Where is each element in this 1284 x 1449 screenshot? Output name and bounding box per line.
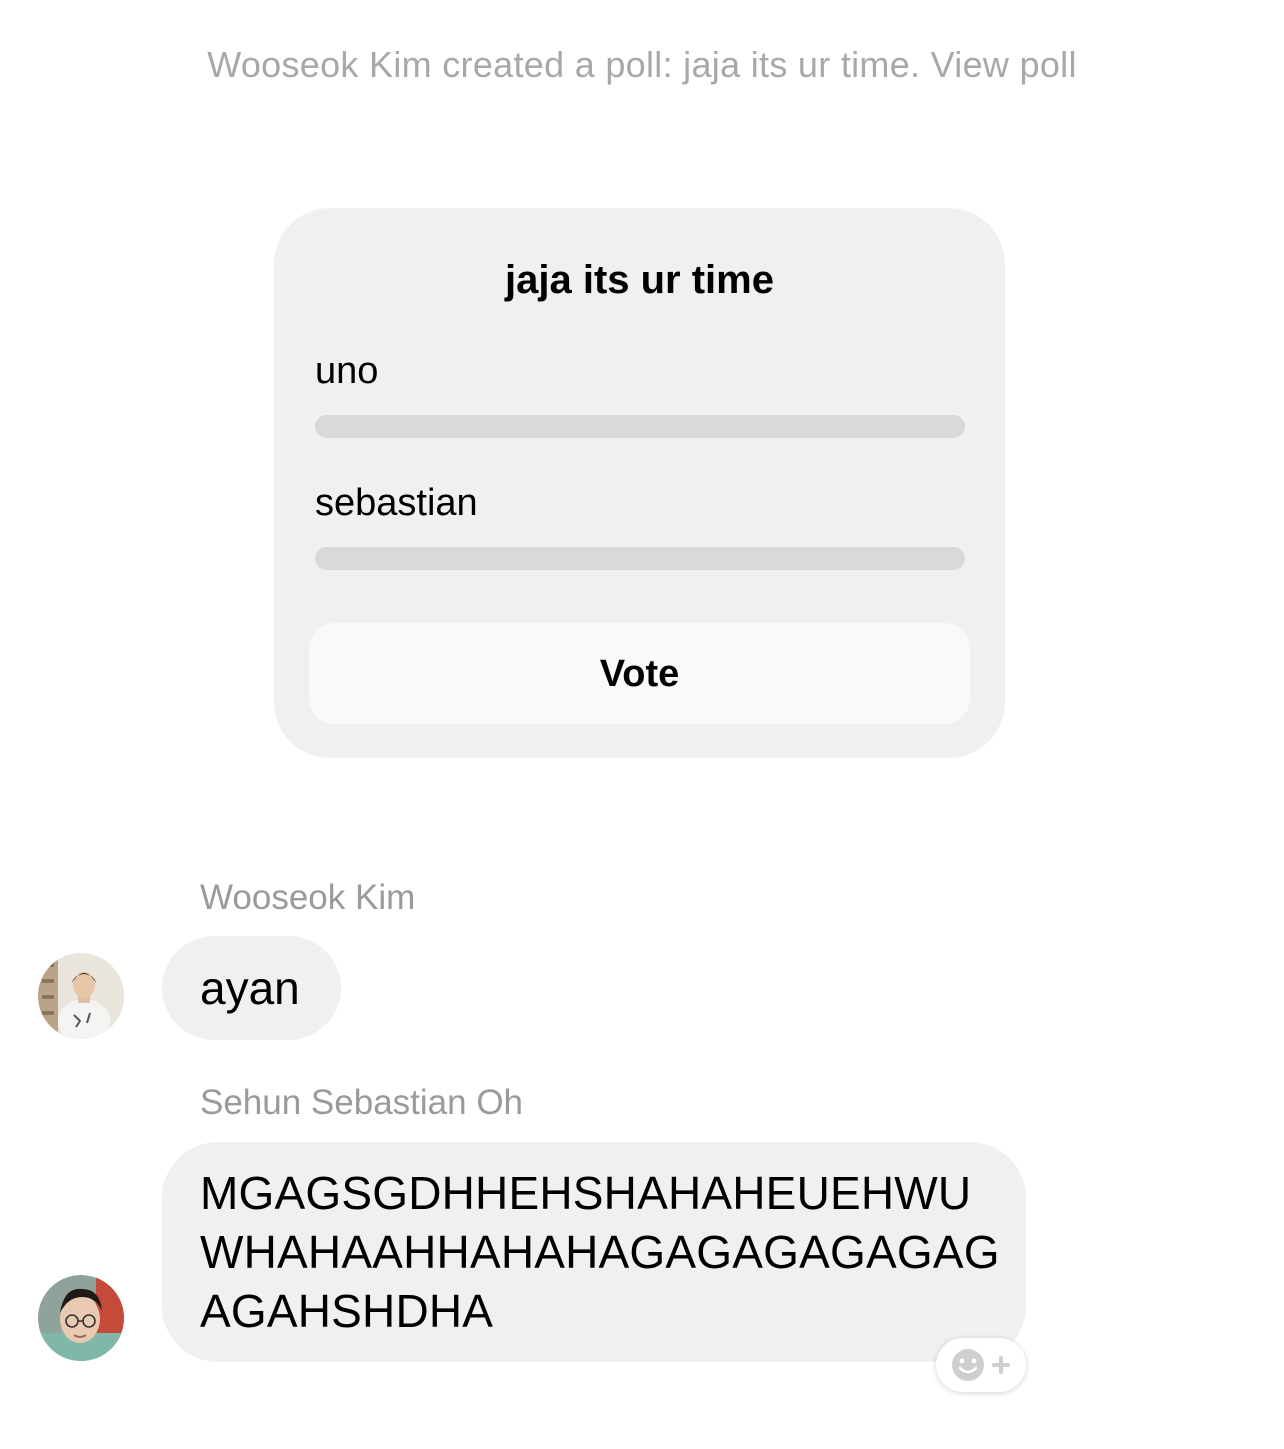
sender-name: Sehun Sebastian Oh	[200, 1083, 524, 1122]
poll-option-bar	[315, 547, 965, 570]
poll-option-uno[interactable]: uno	[315, 348, 965, 438]
message-bubble[interactable]: MGAGSGDHHEHSHAHAHEUEHWUWHAHAAHHAHAHAGAGA…	[162, 1142, 1026, 1362]
avatar[interactable]	[38, 1275, 124, 1361]
poll-option-label: sebastian	[315, 482, 478, 524]
poll-option-sebastian[interactable]: sebastian	[315, 480, 965, 570]
poll-card: jaja its ur time uno sebastian Vote	[274, 208, 1005, 758]
sender-name: Wooseok Kim	[200, 878, 416, 917]
poll-created-notice[interactable]: Wooseok Kim created a poll: jaja its ur …	[0, 44, 1284, 86]
poll-title: jaja its ur time	[505, 258, 774, 302]
poll-option-bar	[315, 415, 965, 438]
poll-option-label: uno	[315, 350, 379, 392]
profile-photo-icon	[38, 953, 124, 1039]
add-reaction-icon	[952, 1349, 1010, 1381]
add-reaction-button[interactable]	[936, 1338, 1026, 1392]
vote-button[interactable]: Vote	[309, 623, 970, 724]
profile-photo-icon	[38, 1275, 124, 1361]
avatar[interactable]	[38, 953, 124, 1039]
message-bubble[interactable]: ayan	[162, 936, 341, 1040]
